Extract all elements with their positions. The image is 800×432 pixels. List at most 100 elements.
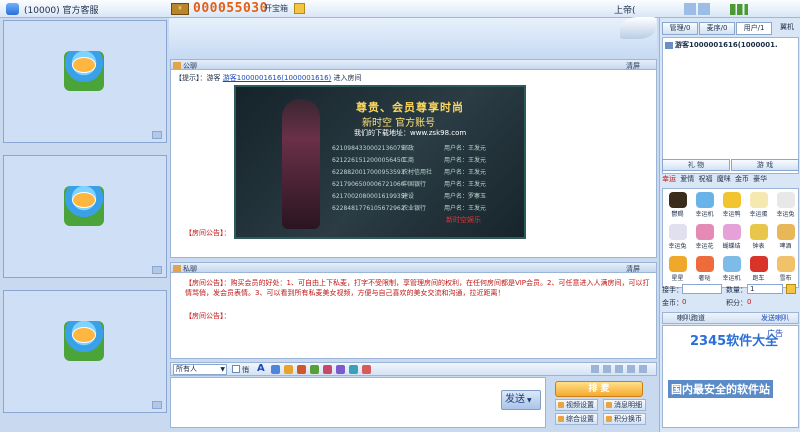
flower-icon[interactable] [310, 365, 319, 374]
send-speaker-button[interactable]: 发送喇叭 [761, 313, 789, 324]
image-icon[interactable] [297, 365, 306, 374]
gift-item[interactable]: 跑车 [745, 255, 772, 285]
font-icon[interactable]: A [257, 363, 265, 374]
gift-item[interactable]: 雪布 [772, 255, 799, 285]
video-option-icon[interactable] [152, 131, 162, 139]
account-row: 6228481776105672962农业银行 用户名：王发元 [332, 205, 487, 212]
speaker-track-label[interactable]: 喇叭跑道 [677, 313, 705, 324]
video-slot-1[interactable] [3, 20, 167, 143]
gift-item[interactable]: 幸运蛋 [745, 191, 772, 221]
video-slot-2[interactable] [3, 155, 167, 278]
whisper-label: 悄 [242, 366, 249, 374]
user-icon [665, 41, 673, 49]
video-option-icon[interactable] [152, 401, 162, 409]
category-item[interactable]: 爱情 [680, 175, 694, 183]
play-icon[interactable] [591, 365, 599, 373]
plane-label[interactable]: 翼机 [774, 22, 800, 35]
app-title: (10000) 官方客服 [24, 6, 99, 16]
gift-icon[interactable] [323, 365, 332, 374]
calendar-icon[interactable] [362, 365, 371, 374]
watermark-title: 2345软件大全 [690, 334, 779, 349]
account-row: 6212261512000056450工商 用户名：王发元 [332, 157, 487, 164]
avatar [64, 321, 104, 361]
ad-footer: 新时空娱乐 [446, 216, 481, 224]
gift-tabs: 礼 物 游 戏 [662, 159, 799, 171]
ad-url: 我们的下载地址：www.zsk98.com [354, 129, 467, 137]
whisper-checkbox[interactable] [232, 365, 240, 373]
title-bar: (10000) 官方客服 ¥ 000055030 开宝箱 上帝( [0, 0, 800, 18]
video-settings-button[interactable]: 视频设置 [555, 399, 598, 411]
plane-icon[interactable] [620, 17, 656, 39]
current-user: 上帝( [614, 6, 636, 16]
receiver-label: 接手： [662, 286, 683, 294]
account-row: 6217906500006721060中国银行 用户名：王发元 [332, 181, 487, 188]
gift-item[interactable]: 幸运机 [718, 255, 745, 285]
gift-item[interactable]: 奢哒 [691, 255, 718, 285]
minimize-icon[interactable] [684, 3, 696, 15]
room-notice-text: 【房间公告】：购买会员的好处：1、可自由上下私麦，打字不受限制，享管理房间的权利… [185, 279, 650, 297]
effect-icon[interactable] [336, 365, 345, 374]
account-row: 6217002080001619935建设 用户名：罗寨玉 [332, 193, 487, 200]
tab-mic-queue[interactable]: 麦序/0 [699, 22, 735, 35]
signal-icon [730, 4, 748, 15]
open-box-button[interactable]: 开宝箱 [264, 3, 288, 14]
right-panel: 管理/0 麦序/0 用户/1 翼机 游客1000001616(1000001. … [659, 18, 800, 432]
gift-item[interactable]: 啤酒 [772, 223, 799, 253]
settings-icon[interactable] [627, 365, 635, 373]
quantity-label: 数量： [726, 286, 747, 294]
lock-icon[interactable] [615, 365, 623, 373]
chat-toolbar: 所有人 ▼ 悄 A [170, 362, 657, 376]
tab-users[interactable]: 用户/1 [736, 22, 772, 35]
user-row[interactable]: 游客1000001616(1000001. [665, 40, 778, 50]
user-list[interactable]: 游客1000001616(1000001. [662, 37, 799, 174]
gift-item[interactable]: 幸运鸭 [718, 191, 745, 221]
category-item[interactable]: 豪华 [753, 175, 767, 183]
gift-item[interactable]: 鬱赐 [664, 191, 691, 221]
send-button[interactable]: 发送 ▼ [501, 390, 541, 410]
emoji-icon[interactable] [284, 365, 293, 374]
color-icon[interactable] [271, 365, 280, 374]
tab-admins[interactable]: 管理/0 [662, 22, 698, 35]
tab-gifts[interactable]: 礼 物 [662, 159, 730, 171]
points-exchange-button[interactable]: 积分换币 [603, 413, 646, 425]
gift-item[interactable]: 幸运花 [691, 223, 718, 253]
message-input[interactable] [170, 377, 546, 428]
video-option-icon[interactable] [152, 266, 162, 274]
category-item[interactable]: 祝福 [698, 175, 712, 183]
gift-quantity-area: 接手： 数量： 1 金币： 0 积分： 0 [662, 284, 799, 310]
queue-mic-button[interactable]: 排 麦 [555, 381, 643, 397]
tip-user-link[interactable]: 游客1000001616(1000001616) [223, 74, 332, 82]
app-logo-icon [6, 3, 19, 15]
watermark-subtitle: 国内最安全的软件站 [668, 380, 773, 398]
receiver-select[interactable] [682, 284, 722, 294]
gift-item[interactable]: 幸运兔 [664, 223, 691, 253]
gift-item[interactable]: 幸运机 [691, 191, 718, 221]
recipient-select[interactable]: 所有人 ▼ [173, 364, 227, 375]
video-slot-3[interactable] [3, 290, 167, 413]
scroll-icon[interactable] [639, 365, 647, 373]
room-notice-label: 【房间公告】： [185, 229, 231, 237]
general-settings-button[interactable]: 综合设置 [555, 413, 598, 425]
system-tip: 【提示】：游客 游客1000001616(1000001616) 进入房间 [175, 73, 362, 83]
private-chat-area[interactable]: 【房间公告】：购买会员的好处：1、可自由上下私麦，打字不受限制，享管理房间的权利… [170, 273, 657, 359]
screenshot-icon[interactable] [349, 365, 358, 374]
send-gift-icon[interactable] [786, 284, 796, 294]
coin-count: 000055030 [193, 1, 268, 16]
private-chat-header: 私聊 清屏 [170, 262, 657, 273]
tab-games[interactable]: 游 戏 [731, 159, 799, 171]
avatar [64, 51, 104, 91]
speaker-bar: 喇叭跑道 发送喇叭 [662, 312, 799, 324]
gift-item[interactable]: 星星 [664, 255, 691, 285]
treasure-box-icon[interactable] [294, 3, 305, 14]
category-item[interactable]: 金币 [735, 175, 749, 183]
quantity-select[interactable]: 1 [747, 284, 783, 294]
category-item[interactable]: 幸运 [662, 175, 676, 183]
category-item[interactable]: 魔咪 [717, 175, 731, 183]
gift-item[interactable]: 蝴蝶结 [718, 223, 745, 253]
gift-grid: 鬱赐 幸运机 幸运鸭 幸运蛋 幸运兔 幸运兔 幸运花 蝴蝶结 钟表 啤酒 星星 … [662, 188, 799, 288]
message-log-button[interactable]: 消息明细 [603, 399, 646, 411]
volume-icon[interactable] [603, 365, 611, 373]
maximize-icon[interactable] [698, 3, 710, 15]
gift-item[interactable]: 幸运兔 [772, 191, 799, 221]
gift-item[interactable]: 钟表 [745, 223, 772, 253]
